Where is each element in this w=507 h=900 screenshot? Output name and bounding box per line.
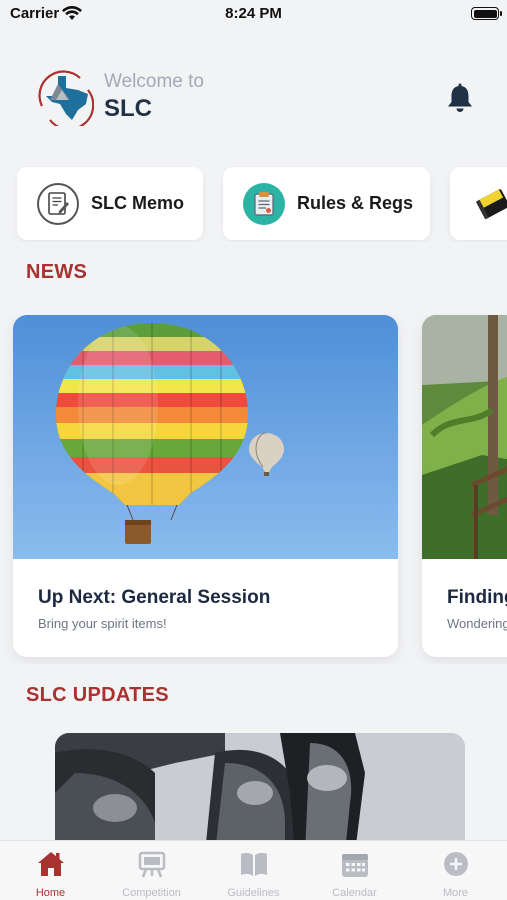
quick-link-rules-regs[interactable]: Rules & Regs	[223, 167, 430, 240]
tab-label: Guidelines	[227, 887, 280, 899]
quick-link-slc-memo[interactable]: SLC Memo	[17, 167, 203, 240]
app-title: SLC	[104, 95, 152, 122]
update-card[interactable]	[55, 733, 465, 853]
battery-icon	[471, 7, 502, 20]
updates-section-title: SLC UPDATES	[26, 684, 169, 706]
news-section-title: NEWS	[26, 261, 88, 283]
microscope-image	[55, 733, 465, 853]
memo-document-icon	[37, 182, 79, 225]
tab-label: More	[442, 887, 469, 899]
news-carousel[interactable]: Up Next: General Session Bring your spir…	[0, 314, 507, 664]
quick-link-notebook[interactable]	[450, 167, 507, 240]
clock: 8:24 PM	[225, 5, 282, 22]
tab-guidelines[interactable]: Guidelines	[203, 841, 304, 900]
news-subtitle: Wondering	[447, 616, 507, 631]
quick-link-label: Rules & Regs	[297, 193, 414, 213]
news-title: Finding	[447, 587, 507, 608]
tab-label: Home	[35, 887, 66, 899]
news-card[interactable]: Up Next: General Session Bring your spir…	[13, 315, 398, 657]
texas-logo	[38, 70, 94, 126]
tab-calendar[interactable]: Calendar	[304, 841, 405, 900]
notification-bell-icon[interactable]	[446, 83, 474, 113]
tab-label: Calendar	[332, 887, 377, 899]
tab-competition[interactable]: Competition	[101, 841, 202, 900]
news-subtitle: Bring your spirit items!	[38, 616, 167, 631]
clipboard-icon	[243, 182, 285, 225]
status-bar: Carrier 8:24 PM	[0, 0, 507, 30]
tab-label: Competition	[122, 887, 181, 899]
welcome-text: Welcome to	[104, 71, 204, 92]
hot-air-balloon-image	[13, 315, 398, 559]
news-title: Up Next: General Session	[38, 587, 271, 608]
tab-bar: Home Competition Guidelines Calendar Mor…	[0, 840, 507, 900]
news-card[interactable]: Finding Wondering	[422, 315, 507, 657]
home-icon	[38, 852, 64, 876]
notebook-icon	[472, 183, 507, 225]
calendar-icon	[342, 854, 368, 877]
plus-circle-icon	[444, 852, 468, 876]
tropical-path-image	[422, 315, 507, 559]
quick-link-label: SLC Memo	[91, 193, 185, 213]
quick-links-carousel[interactable]: SLC Memo Rules & Regs	[0, 166, 507, 242]
book-icon	[241, 852, 267, 876]
tab-home[interactable]: Home	[0, 841, 101, 900]
easel-icon	[138, 851, 166, 878]
tab-more[interactable]: More	[405, 841, 506, 900]
